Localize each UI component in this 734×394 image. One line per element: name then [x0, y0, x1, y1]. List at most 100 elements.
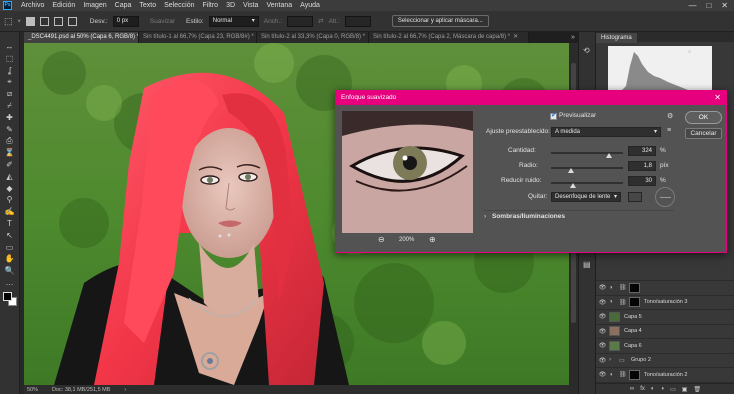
noise-slider-knob[interactable]: [569, 183, 576, 188]
subtract-selection-icon[interactable]: [53, 16, 63, 26]
layer-thumbnail[interactable]: [609, 311, 620, 322]
status-arrow-icon[interactable]: ›: [124, 387, 126, 393]
swap-icon[interactable]: ⇄: [318, 17, 323, 25]
width-input[interactable]: [287, 15, 314, 27]
tab-overflow-icon[interactable]: »: [571, 32, 578, 43]
menu-item-5[interactable]: Selección: [160, 0, 198, 11]
gear-icon[interactable]: ⚙: [667, 112, 673, 120]
tool-icon-13[interactable]: ⚲: [3, 195, 17, 206]
document-tab[interactable]: Sin título-2 al 33,3% (Capa 0, RGB/8) *✕: [257, 32, 369, 43]
menu-item-1[interactable]: Edición: [48, 0, 79, 11]
layer-row[interactable]: 👁 › ▭ Grupo 2: [596, 352, 734, 367]
noise-slider-track[interactable]: [551, 182, 623, 184]
trash-icon[interactable]: 🗑: [693, 386, 701, 393]
select-and-mask-button[interactable]: Seleccionar y aplicar máscara...: [391, 15, 489, 27]
preview-label[interactable]: Previsualizar: [559, 112, 596, 119]
intersect-selection-icon[interactable]: [67, 16, 77, 26]
tool-icon-20[interactable]: …: [3, 278, 17, 289]
tool-icon-7[interactable]: ✎: [3, 125, 17, 136]
angle-input[interactable]: [628, 192, 642, 202]
add-selection-icon[interactable]: [39, 16, 49, 26]
visibility-eye-icon[interactable]: 👁: [596, 371, 609, 378]
adjustment-icon[interactable]: ◑: [660, 386, 664, 392]
tool-icon-14[interactable]: ✍: [3, 207, 17, 218]
tool-icon-8[interactable]: ⎙: [3, 136, 17, 147]
ok-button[interactable]: OK: [685, 111, 722, 124]
photoshop-logo-icon[interactable]: Ps: [3, 1, 12, 10]
shadows-highlights-section[interactable]: Sombras/Iluminaciones: [492, 213, 565, 220]
feather-input[interactable]: 0 px: [112, 15, 139, 27]
tool-icon-15[interactable]: T: [3, 219, 17, 230]
tool-icon-2[interactable]: ʆ: [3, 66, 17, 77]
zoom-in-icon[interactable]: ⊕: [429, 235, 436, 244]
dialog-title[interactable]: Enfoque suavizado: [336, 91, 726, 105]
visibility-eye-icon[interactable]: 👁: [596, 342, 609, 349]
amount-input[interactable]: 324: [628, 146, 656, 156]
link-icon[interactable]: ⛓: [619, 299, 627, 306]
tool-icon-17[interactable]: ▭: [3, 243, 17, 254]
tool-icon-5[interactable]: ⌿: [3, 101, 17, 112]
history-icon[interactable]: ⟲: [583, 46, 590, 55]
tab-close-icon[interactable]: ✕: [513, 34, 518, 40]
maximize-icon[interactable]: □: [706, 1, 711, 10]
layer-row[interactable]: 👁 ◑ ⛓ Tono/saturación 3: [596, 294, 734, 309]
tool-icon-6[interactable]: ✚: [3, 113, 17, 124]
new-group-icon[interactable]: ▭: [670, 386, 676, 393]
preset-menu-icon[interactable]: ≡: [667, 127, 671, 134]
menu-item-8[interactable]: Vista: [239, 0, 262, 11]
dialog-close-icon[interactable]: ✕: [714, 91, 721, 105]
menu-item-3[interactable]: Capa: [111, 0, 136, 11]
layer-row[interactable]: 👁 Capa 4: [596, 323, 734, 338]
foreground-color[interactable]: [2, 292, 12, 302]
smooth-checkbox-label[interactable]: Suavizar: [150, 18, 175, 25]
radius-input[interactable]: 1,8: [628, 161, 656, 171]
tool-icon-11[interactable]: ◭: [3, 172, 17, 183]
doc-size[interactable]: Doc: 38,1 MB/251,5 MB: [52, 387, 110, 393]
link-icon[interactable]: ⛓: [619, 371, 627, 378]
zoom-level[interactable]: 50%: [27, 387, 38, 393]
tool-icon-18[interactable]: ✋: [3, 254, 17, 265]
link-layers-icon[interactable]: ∞: [630, 386, 634, 392]
layer-mask-thumbnail[interactable]: [629, 369, 640, 380]
document-tab[interactable]: Sin título-1 al 66,7% (Capa 23, RGB/8#) …: [139, 32, 257, 43]
noise-input[interactable]: 30: [628, 176, 656, 186]
layer-mask-thumbnail[interactable]: [629, 282, 640, 293]
layer-thumbnail[interactable]: [609, 340, 620, 351]
menu-item-6[interactable]: Filtro: [199, 0, 223, 11]
histogram-warning-icon[interactable]: ▲: [686, 48, 693, 55]
layer-row[interactable]: 👁 Capa 6: [596, 338, 734, 352]
properties-icon[interactable]: ▤: [583, 260, 591, 269]
new-layer-icon[interactable]: ▣: [682, 386, 688, 393]
marquee-tool-icon[interactable]: ⬚: [4, 16, 13, 27]
cancel-button[interactable]: Cancelar: [685, 128, 722, 139]
document-tab[interactable]: Sin título-2 al 66,7% (Capa 2, Máscara d…: [369, 32, 529, 43]
visibility-eye-icon[interactable]: 👁: [596, 328, 609, 335]
preview-checkbox[interactable]: ✔: [550, 112, 557, 120]
color-swatches[interactable]: [2, 292, 17, 307]
remove-select[interactable]: Desenfoque de lente ▾: [551, 192, 621, 202]
minimize-icon[interactable]: —: [688, 1, 696, 10]
tool-icon-0[interactable]: ↔: [3, 42, 17, 53]
menu-item-7[interactable]: 3D: [222, 0, 239, 11]
tool-icon-4[interactable]: ⧄: [3, 89, 17, 100]
menu-item-9[interactable]: Ventana: [262, 0, 296, 11]
menu-item-10[interactable]: Ayuda: [296, 0, 324, 11]
menu-item-0[interactable]: Archivo: [17, 0, 48, 11]
layer-row[interactable]: 👁 ◑ ⛓: [596, 280, 734, 294]
amount-slider-knob[interactable]: [606, 153, 613, 158]
radius-slider-knob[interactable]: [568, 168, 575, 173]
height-input[interactable]: [344, 15, 371, 27]
new-selection-icon[interactable]: [25, 16, 35, 26]
visibility-eye-icon[interactable]: 👁: [596, 357, 609, 364]
style-select[interactable]: Normal ▾: [208, 15, 259, 27]
link-icon[interactable]: ⛓: [619, 284, 627, 291]
visibility-eye-icon[interactable]: 👁: [596, 284, 609, 291]
tool-icon-16[interactable]: ↖: [3, 231, 17, 242]
shadows-expand-icon[interactable]: ›: [484, 213, 486, 220]
layer-thumbnail[interactable]: [609, 326, 620, 336]
add-mask-icon[interactable]: ◐: [651, 386, 655, 392]
preview-image[interactable]: [342, 111, 473, 233]
layer-row[interactable]: 👁 ◑ ⛓ Tono/saturación 2: [596, 367, 734, 381]
visibility-eye-icon[interactable]: 👁: [596, 299, 609, 306]
tool-icon-3[interactable]: ⌖: [3, 77, 17, 88]
